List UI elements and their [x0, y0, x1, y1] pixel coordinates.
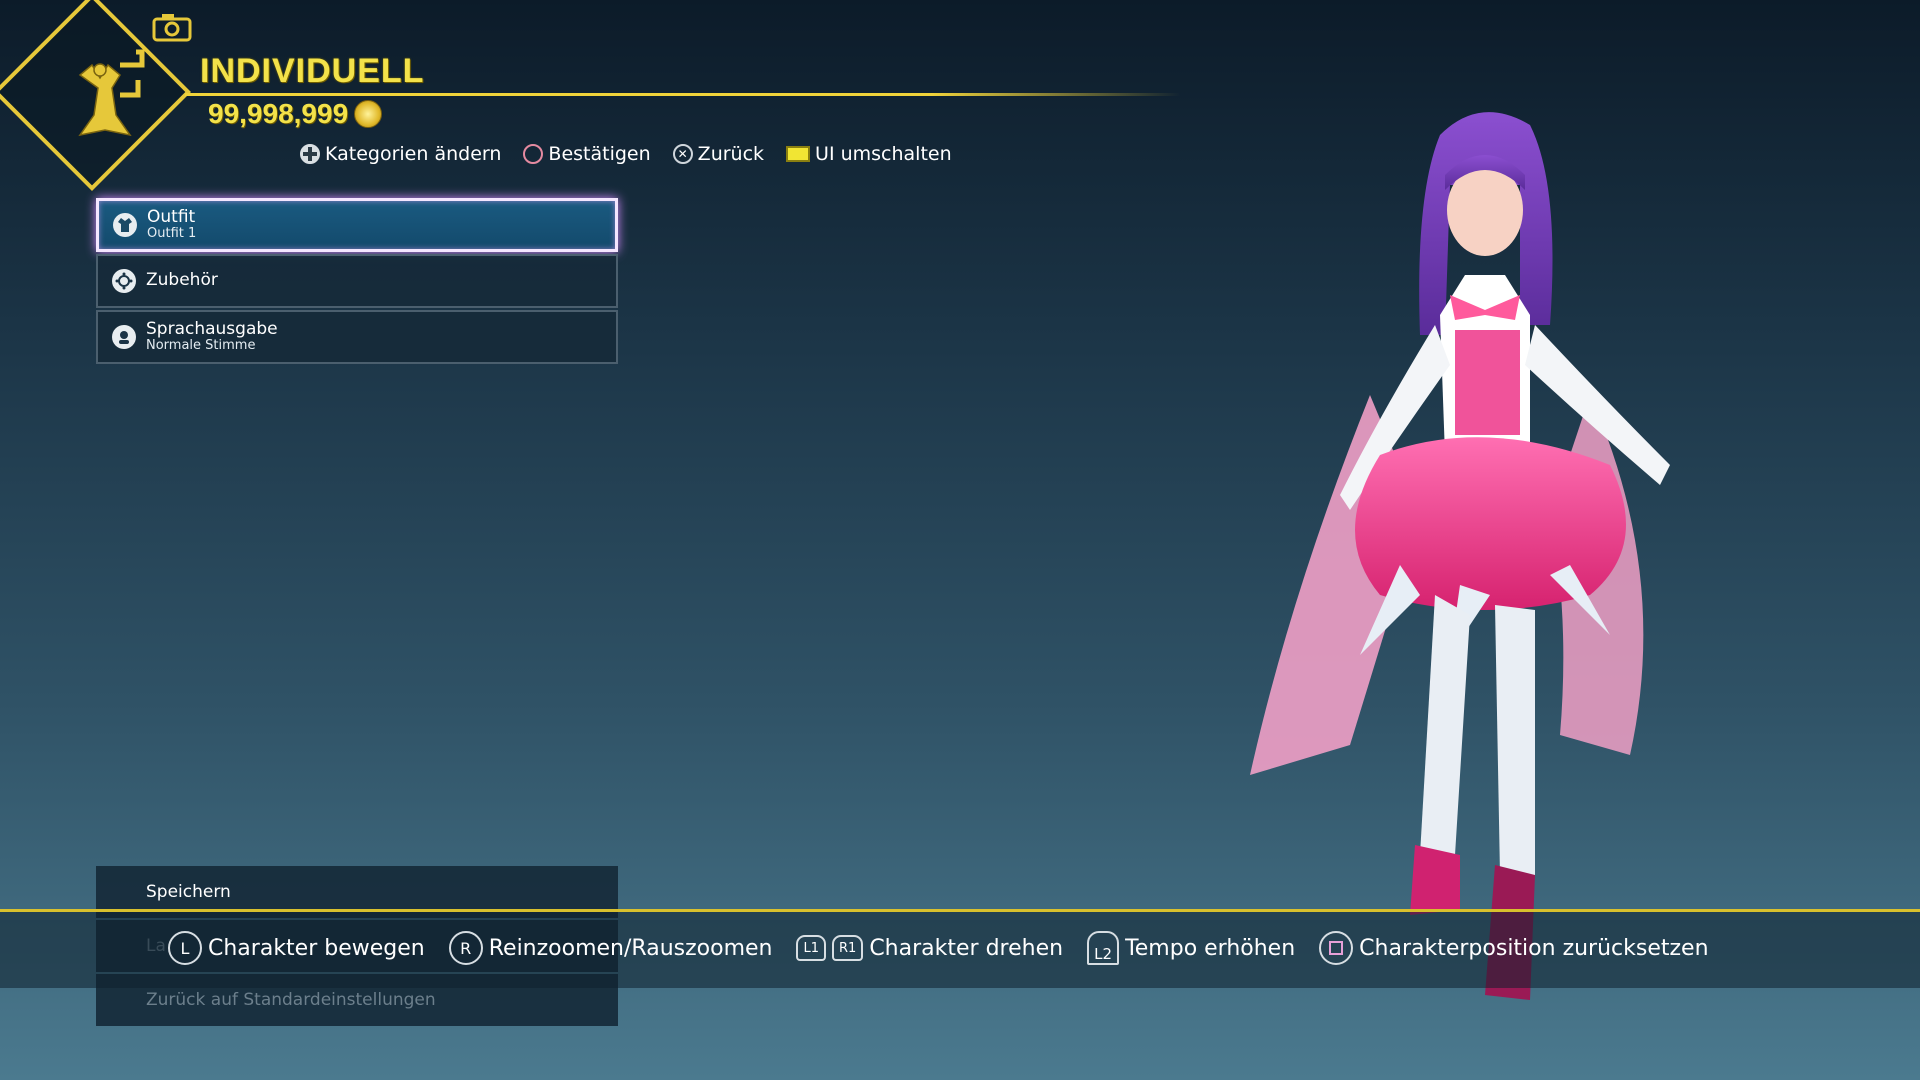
hint-change-category: Kategorien ändern — [300, 143, 501, 165]
costume-emblem — [0, 0, 200, 200]
top-hint-bar: Kategorien ändern Bestätigen ✕ Zurück UI… — [300, 143, 952, 165]
hint-label: Zurück — [697, 143, 765, 165]
hint-back: ✕ Zurück — [672, 143, 765, 165]
voice-icon — [112, 325, 136, 349]
menu-item-voice[interactable]: Sprachausgabe Normale Stimme — [96, 310, 618, 364]
menu-item-value: Outfit 1 — [147, 226, 197, 242]
control-label: Charakter bewegen — [208, 935, 425, 961]
circle-button-icon — [523, 144, 544, 164]
l2-trigger-icon: L2 — [1087, 931, 1120, 965]
outfit-icon — [113, 213, 137, 237]
menu-item-accessory[interactable]: Zubehör — [96, 254, 618, 308]
control-label: Charakterposition zurücksetzen — [1359, 935, 1709, 961]
hint-label: UI umschalten — [815, 143, 952, 165]
left-stick-icon: L — [168, 931, 202, 965]
control-reset-position: Charakterposition zurücksetzen — [1319, 931, 1709, 965]
menu-item-label: Zubehör — [146, 270, 218, 291]
menu-item-label: Outfit — [147, 207, 196, 228]
menu-item-value: Normale Stimme — [146, 338, 256, 354]
square-button-icon — [1319, 931, 1354, 965]
currency-value: 99,998,999 — [208, 98, 349, 129]
menu-item-label: Sprachausgabe — [146, 319, 278, 340]
hint-label: Kategorien ändern — [325, 143, 502, 165]
accessory-icon — [112, 269, 136, 293]
currency-display: 99,998,999 — [208, 98, 383, 130]
r1-button-icon: R1 — [832, 935, 864, 961]
hint-confirm: Bestätigen — [523, 143, 651, 165]
cross-button-icon: ✕ — [672, 144, 693, 164]
hint-label: Bestätigen — [548, 143, 651, 165]
control-label: Tempo erhöhen — [1125, 935, 1296, 961]
control-move-character: L Charakter bewegen — [168, 931, 425, 965]
category-menu: Outfit Outfit 1 Zubehör Sprachausgabe No… — [96, 198, 618, 366]
title-underline — [185, 93, 1180, 96]
right-stick-icon: R — [448, 931, 483, 965]
costume-emblem-icon — [78, 49, 145, 137]
menu-item-outfit[interactable]: Outfit Outfit 1 — [96, 198, 618, 252]
dpad-icon — [300, 144, 320, 164]
character-model[interactable] — [1230, 95, 1830, 1035]
page-title: INDIVIDUELL — [200, 52, 425, 90]
camera-icon — [152, 14, 192, 42]
l1-button-icon: L1 — [796, 935, 826, 961]
control-hints: L Charakter bewegen R Reinzoomen/Rauszoo… — [168, 931, 1709, 965]
control-speed: L2 Tempo erhöhen — [1087, 931, 1295, 965]
hint-toggle-ui: UI umschalten — [786, 143, 952, 165]
control-zoom: R Reinzoomen/Rauszoomen — [448, 931, 773, 965]
coin-icon — [354, 100, 383, 128]
control-label: Reinzoomen/Rauszoomen — [488, 935, 773, 961]
control-label: Charakter drehen — [869, 935, 1064, 961]
touchpad-icon — [786, 146, 811, 162]
control-rotate: L1 R1 Charakter drehen — [796, 935, 1063, 961]
